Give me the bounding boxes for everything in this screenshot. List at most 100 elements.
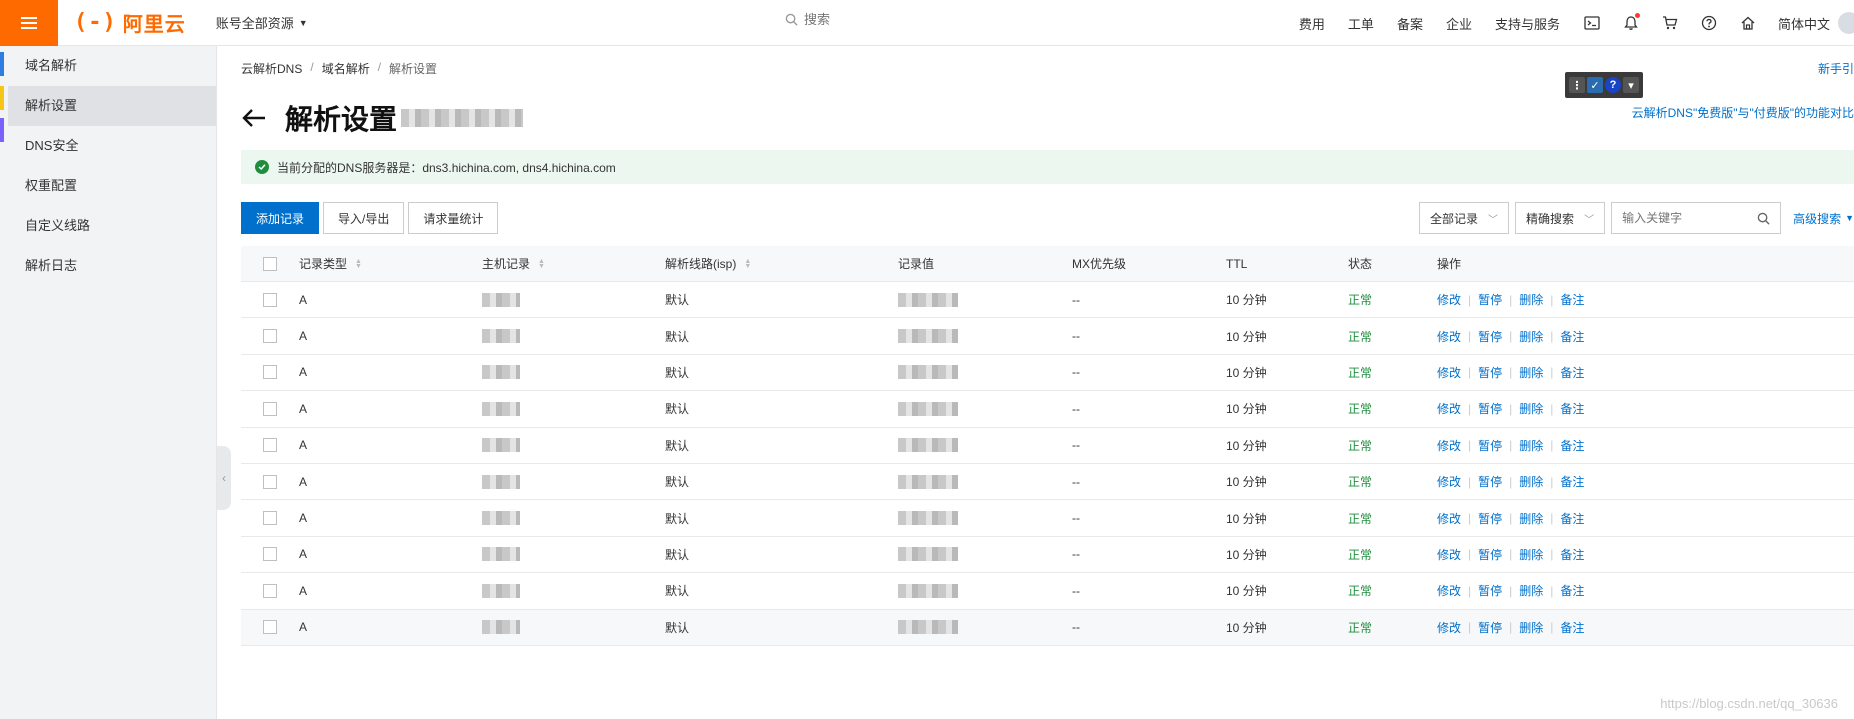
terminal-icon[interactable] [1583,14,1601,32]
pause-link[interactable]: 暂停 [1478,291,1502,308]
delete-link[interactable]: 删除 [1519,437,1543,454]
edit-link[interactable]: 修改 [1437,510,1461,527]
quick-app-icon[interactable] [0,52,4,76]
delete-link[interactable]: 删除 [1519,619,1543,636]
sidebar-item-domain-resolution[interactable]: 域名解析 [8,46,216,86]
nav-tickets[interactable]: 工单 [1348,14,1374,33]
global-search-input[interactable] [804,12,944,27]
account-resources-dropdown[interactable]: 账号全部资源 ▼ [216,13,308,32]
row-checkbox[interactable] [263,583,277,598]
pause-link[interactable]: 暂停 [1478,582,1502,599]
delete-link[interactable]: 删除 [1519,400,1543,417]
delete-link[interactable]: 删除 [1519,364,1543,381]
version-compare-link[interactable]: 云解析DNS"免费版"与"付费版"的功能对比 [1632,104,1854,121]
sidebar-item-resolution-settings[interactable]: 解析设置 [8,86,216,126]
delete-link[interactable]: 删除 [1519,473,1543,490]
home-icon[interactable] [1739,14,1757,32]
remark-link[interactable]: 备注 [1560,291,1584,308]
nav-enterprise[interactable]: 企业 [1446,14,1472,33]
edit-link[interactable]: 修改 [1437,364,1461,381]
question-icon[interactable]: ? [1605,77,1621,93]
cart-icon[interactable] [1661,14,1679,32]
row-checkbox[interactable] [263,620,277,635]
search-icon[interactable] [1757,212,1770,225]
sidebar-item-weight-config[interactable]: 权重配置 [8,166,216,206]
beginner-guide-link[interactable]: 新手引 [1818,60,1854,77]
select-all-checkbox[interactable] [263,256,277,271]
sidebar-item-dns-security[interactable]: DNS安全 [8,126,216,166]
remark-link[interactable]: 备注 [1560,400,1584,417]
edit-link[interactable]: 修改 [1437,546,1461,563]
nav-billing[interactable]: 费用 [1299,14,1325,33]
user-avatar[interactable] [1838,12,1854,34]
sort-icon[interactable]: ▲ ▼ [744,258,751,270]
import-export-button[interactable]: 导入/导出 [323,202,405,234]
remark-link[interactable]: 备注 [1560,437,1584,454]
quick-app-icon[interactable] [0,118,4,142]
remark-link[interactable]: 备注 [1560,364,1584,381]
pause-link[interactable]: 暂停 [1478,437,1502,454]
remark-link[interactable]: 备注 [1560,328,1584,345]
delete-link[interactable]: 删除 [1519,328,1543,345]
header-record-type[interactable]: 记录类型 ▲ ▼ [299,255,482,272]
remark-link[interactable]: 备注 [1560,619,1584,636]
row-checkbox[interactable] [263,401,277,416]
edit-link[interactable]: 修改 [1437,400,1461,417]
edit-link[interactable]: 修改 [1437,328,1461,345]
row-checkbox[interactable] [263,474,277,489]
pause-link[interactable]: 暂停 [1478,546,1502,563]
delete-link[interactable]: 删除 [1519,582,1543,599]
sidebar-collapse-handle[interactable]: ‹ [217,446,231,510]
edit-link[interactable]: 修改 [1437,619,1461,636]
pause-link[interactable]: 暂停 [1478,364,1502,381]
floating-toolbar-widget[interactable]: ⋮ ✓ ? ▾ [1565,72,1643,98]
keyword-input[interactable] [1622,211,1753,225]
request-stats-button[interactable]: 请求量统计 [408,202,499,234]
row-checkbox[interactable] [263,365,277,380]
row-checkbox[interactable] [263,329,277,344]
edit-link[interactable]: 修改 [1437,582,1461,599]
help-icon[interactable] [1700,14,1718,32]
bell-icon[interactable] [1622,13,1640,32]
edit-link[interactable]: 修改 [1437,291,1461,308]
header-resolution-line[interactable]: 解析线路(isp) ▲ ▼ [665,255,898,272]
add-record-button[interactable]: 添加记录 [241,202,320,234]
remark-link[interactable]: 备注 [1560,510,1584,527]
edit-link[interactable]: 修改 [1437,437,1461,454]
sort-icon[interactable]: ▲ ▼ [538,258,545,270]
back-button[interactable] [241,104,269,132]
row-checkbox[interactable] [263,292,277,307]
sort-icon[interactable]: ▲ ▼ [355,258,362,270]
language-switch[interactable]: 简体中文 [1778,14,1830,33]
edit-link[interactable]: 修改 [1437,473,1461,490]
sidebar-item-resolution-log[interactable]: 解析日志 [8,246,216,286]
delete-link[interactable]: 删除 [1519,291,1543,308]
row-checkbox[interactable] [263,547,277,562]
chevron-down-icon[interactable]: ▾ [1623,77,1639,93]
breadcrumb-item[interactable]: 云解析DNS [241,60,302,77]
aliyun-logo[interactable]: (-) 阿里云 [74,8,186,37]
pause-link[interactable]: 暂停 [1478,328,1502,345]
row-checkbox[interactable] [263,511,277,526]
sidebar-item-custom-lines[interactable]: 自定义线路 [8,206,216,246]
record-type-filter[interactable]: 全部记录 ﹀ [1419,202,1510,234]
remark-link[interactable]: 备注 [1560,473,1584,490]
global-search[interactable] [785,12,944,27]
search-mode-select[interactable]: 精确搜索 ﹀ [1515,202,1606,234]
row-checkbox[interactable] [263,438,277,453]
pause-link[interactable]: 暂停 [1478,510,1502,527]
header-host-record[interactable]: 主机记录 ▲ ▼ [482,255,665,272]
nav-support[interactable]: 支持与服务 [1495,14,1560,33]
advanced-search-toggle[interactable]: 高级搜索 ▼ [1793,210,1854,227]
nav-filing[interactable]: 备案 [1397,14,1423,33]
pause-link[interactable]: 暂停 [1478,473,1502,490]
delete-link[interactable]: 删除 [1519,510,1543,527]
remark-link[interactable]: 备注 [1560,582,1584,599]
breadcrumb-item[interactable]: 域名解析 [322,60,370,77]
pause-link[interactable]: 暂停 [1478,619,1502,636]
menu-button[interactable] [0,0,58,46]
delete-link[interactable]: 删除 [1519,546,1543,563]
quick-app-icon[interactable] [0,86,4,110]
check-icon[interactable]: ✓ [1587,77,1603,93]
remark-link[interactable]: 备注 [1560,546,1584,563]
